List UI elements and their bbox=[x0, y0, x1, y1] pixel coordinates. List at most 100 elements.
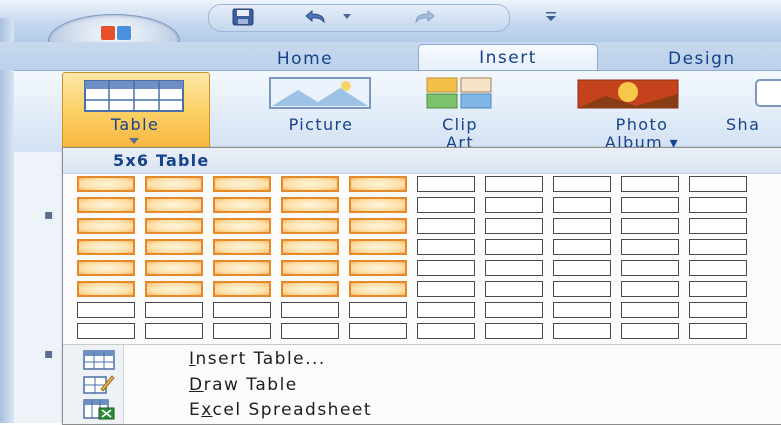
table-grid-cell[interactable] bbox=[145, 218, 203, 234]
table-grid-cell[interactable] bbox=[485, 323, 543, 339]
table-grid-cell[interactable] bbox=[281, 260, 339, 276]
table-grid-cell[interactable] bbox=[621, 323, 679, 339]
tab-insert[interactable]: Insert bbox=[418, 44, 598, 73]
table-grid-cell[interactable] bbox=[553, 239, 611, 255]
table-grid-cell[interactable] bbox=[349, 176, 407, 192]
table-grid-cell[interactable] bbox=[485, 239, 543, 255]
table-grid-cell[interactable] bbox=[417, 239, 475, 255]
table-grid-cell[interactable] bbox=[689, 323, 747, 339]
table-grid-cell[interactable] bbox=[145, 260, 203, 276]
table-grid-cell[interactable] bbox=[349, 260, 407, 276]
table-grid-cell[interactable] bbox=[77, 218, 135, 234]
table-grid-cell[interactable] bbox=[485, 176, 543, 192]
table-grid-cell[interactable] bbox=[621, 239, 679, 255]
table-grid-cell[interactable] bbox=[349, 281, 407, 297]
table-grid-cell[interactable] bbox=[689, 239, 747, 255]
table-grid-cell[interactable] bbox=[349, 218, 407, 234]
table-grid-cell[interactable] bbox=[213, 197, 271, 213]
table-grid-cell[interactable] bbox=[77, 197, 135, 213]
table-grid-cell[interactable] bbox=[349, 323, 407, 339]
table-grid-cell[interactable] bbox=[145, 302, 203, 318]
shapes-icon[interactable] bbox=[752, 76, 781, 110]
table-grid-cell[interactable] bbox=[485, 218, 543, 234]
clip-art-icon[interactable] bbox=[425, 76, 517, 110]
table-grid-cell[interactable] bbox=[281, 176, 339, 192]
customize-icon[interactable] bbox=[542, 9, 560, 23]
table-grid-cell[interactable] bbox=[553, 176, 611, 192]
insert-table-label: nsert Table... bbox=[195, 349, 326, 369]
table-grid-cell[interactable] bbox=[77, 239, 135, 255]
table-grid-cell[interactable] bbox=[485, 260, 543, 276]
draw-table-menu-item[interactable]: Draw Table bbox=[189, 374, 298, 396]
table-grid-cell[interactable] bbox=[349, 197, 407, 213]
table-grid-cell[interactable] bbox=[621, 176, 679, 192]
table-grid-cell[interactable] bbox=[553, 218, 611, 234]
undo-icon[interactable] bbox=[300, 8, 330, 26]
table-grid-cell[interactable] bbox=[417, 176, 475, 192]
table-grid-cell[interactable] bbox=[213, 323, 271, 339]
table-grid-cell[interactable] bbox=[417, 260, 475, 276]
table-grid-cell[interactable] bbox=[417, 323, 475, 339]
table-grid-cell[interactable] bbox=[145, 323, 203, 339]
table-grid-cell[interactable] bbox=[145, 197, 203, 213]
table-grid-cell[interactable] bbox=[213, 176, 271, 192]
table-grid-cell[interactable] bbox=[689, 302, 747, 318]
table-grid-cell[interactable] bbox=[417, 197, 475, 213]
redo-icon[interactable] bbox=[410, 8, 440, 26]
table-grid-cell[interactable] bbox=[213, 218, 271, 234]
table-grid-cell[interactable] bbox=[145, 176, 203, 192]
table-grid-cell[interactable] bbox=[621, 218, 679, 234]
undo-dropdown-arrow-icon[interactable] bbox=[340, 9, 354, 23]
table-grid-cell[interactable] bbox=[281, 323, 339, 339]
table-grid-cell[interactable] bbox=[213, 239, 271, 255]
photo-album-label-line1: Photo bbox=[615, 115, 669, 134]
table-grid-cell[interactable] bbox=[417, 302, 475, 318]
table-grid-cell[interactable] bbox=[417, 281, 475, 297]
table-grid-cell[interactable] bbox=[689, 197, 747, 213]
table-grid-cell[interactable] bbox=[621, 197, 679, 213]
shapes-button-label[interactable]: Sha bbox=[726, 116, 781, 134]
table-grid-cell[interactable] bbox=[281, 197, 339, 213]
table-grid-cell[interactable] bbox=[281, 302, 339, 318]
table-grid-cell[interactable] bbox=[689, 260, 747, 276]
table-grid-cell[interactable] bbox=[349, 239, 407, 255]
photo-album-icon[interactable] bbox=[576, 76, 680, 110]
insert-table-menu-item[interactable]: Insert Table... bbox=[189, 348, 326, 370]
picture-icon[interactable] bbox=[268, 76, 372, 110]
table-grid-cell[interactable] bbox=[77, 260, 135, 276]
table-grid-cell[interactable] bbox=[145, 281, 203, 297]
table-grid-cell[interactable] bbox=[553, 302, 611, 318]
excel-spreadsheet-menu-item[interactable]: Excel Spreadsheet bbox=[189, 399, 372, 421]
table-grid-cell[interactable] bbox=[689, 218, 747, 234]
table-grid-cell[interactable] bbox=[553, 260, 611, 276]
table-grid-cell[interactable] bbox=[553, 281, 611, 297]
table-grid-cell[interactable] bbox=[417, 218, 475, 234]
table-grid-cell[interactable] bbox=[281, 218, 339, 234]
table-grid-cell[interactable] bbox=[485, 302, 543, 318]
table-grid-cell[interactable] bbox=[77, 302, 135, 318]
table-grid-cell[interactable] bbox=[145, 239, 203, 255]
table-grid-cell[interactable] bbox=[77, 323, 135, 339]
tab-design[interactable]: Design bbox=[668, 46, 781, 72]
table-grid-cell[interactable] bbox=[621, 302, 679, 318]
table-grid-cell[interactable] bbox=[621, 281, 679, 297]
table-grid-cell[interactable] bbox=[213, 302, 271, 318]
picture-button-label[interactable]: Picture bbox=[256, 116, 386, 134]
table-grid-cell[interactable] bbox=[485, 281, 543, 297]
table-grid-cell[interactable] bbox=[689, 281, 747, 297]
table-grid-cell[interactable] bbox=[281, 239, 339, 255]
save-icon[interactable] bbox=[232, 8, 254, 26]
table-grid-cell[interactable] bbox=[553, 323, 611, 339]
table-grid-cell[interactable] bbox=[281, 281, 339, 297]
table-grid-cell[interactable] bbox=[553, 197, 611, 213]
table-grid-cell[interactable] bbox=[213, 260, 271, 276]
tab-home[interactable]: Home bbox=[250, 46, 360, 72]
table-grid-cell[interactable] bbox=[77, 176, 135, 192]
table-grid-cell[interactable] bbox=[689, 176, 747, 192]
table-grid-cell[interactable] bbox=[485, 197, 543, 213]
table-grid-cell[interactable] bbox=[621, 260, 679, 276]
table-button-label: Table bbox=[110, 115, 160, 134]
table-grid-cell[interactable] bbox=[213, 281, 271, 297]
table-grid-cell[interactable] bbox=[77, 281, 135, 297]
table-grid-cell[interactable] bbox=[349, 302, 407, 318]
